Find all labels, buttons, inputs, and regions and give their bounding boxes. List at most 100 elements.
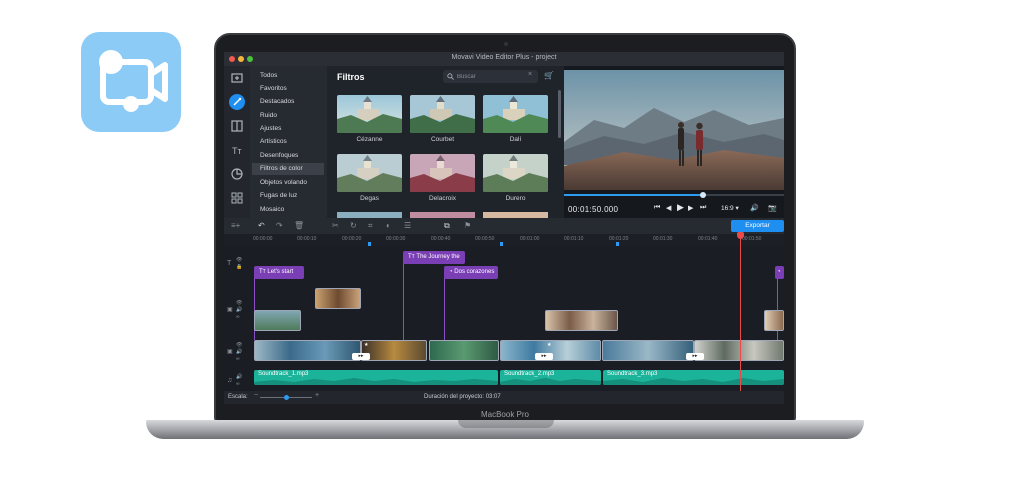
track-link-icon[interactable]: ∞: [236, 356, 240, 362]
main-video-clip[interactable]: [429, 340, 499, 361]
delete-icon[interactable]: 🗑: [294, 221, 304, 230]
add-track-icon[interactable]: ≡+: [231, 221, 240, 230]
transition-icon[interactable]: ▸▸: [535, 353, 553, 360]
title-clip-partial[interactable]: ◔: [775, 266, 784, 279]
search-input[interactable]: [457, 71, 525, 82]
transition-star-icon[interactable]: ★: [364, 342, 368, 348]
go-to-start-icon[interactable]: ⏮: [654, 204, 660, 212]
previous-frame-icon[interactable]: ◀: [666, 204, 671, 212]
properties-icon[interactable]: ☰: [404, 221, 411, 230]
preview-progress-knob[interactable]: [699, 192, 706, 198]
category-mosaico[interactable]: Mosaico: [260, 206, 284, 213]
title-clip-icon: TT: [259, 269, 266, 275]
track-lock-icon[interactable]: 🔒: [236, 264, 242, 270]
title-clip-dos-corazones[interactable]: ◔ Dos corazones: [444, 266, 498, 279]
filter-thumb-delacroix[interactable]: [410, 154, 475, 192]
transition-icon[interactable]: ▸▸: [352, 353, 370, 360]
filter-thumb-courbet[interactable]: [410, 95, 475, 133]
playhead-handle[interactable]: [737, 232, 744, 239]
audio-clip-soundtrack-2[interactable]: Soundtrack_2.mp3: [500, 370, 601, 385]
track-visibility-icon[interactable]: 👁: [236, 300, 242, 306]
overlay-clip[interactable]: [545, 310, 618, 331]
timeline-tracks: T 👁 🔒 ▣ 👁 🔊 ∞ ▣ 👁 🔊 ∞ ♫ 🔊 ∞ TT Let's sta…: [224, 246, 784, 391]
filter-categories: Todos Favoritos Destacados Ruido Ajustes…: [250, 66, 327, 218]
category-todos[interactable]: Todos: [260, 72, 277, 79]
redo-icon[interactable]: ↷: [276, 221, 283, 230]
category-objetos-volando[interactable]: Objetos volando: [260, 179, 307, 186]
import-files-icon[interactable]: [229, 70, 245, 86]
track-link-icon[interactable]: ∞: [236, 314, 240, 320]
filters-tool-icon[interactable]: [229, 94, 245, 110]
rotate-icon[interactable]: ↻: [350, 221, 357, 230]
stickers-icon[interactable]: [229, 166, 245, 182]
main-video-clip[interactable]: [254, 340, 361, 361]
timeline-playhead[interactable]: [740, 234, 741, 391]
export-button[interactable]: Exportar: [731, 220, 784, 232]
main-video-clip[interactable]: ★: [361, 340, 427, 361]
overlay-clip[interactable]: [315, 288, 361, 309]
overlay-clip[interactable]: [254, 310, 301, 331]
transition-icon[interactable]: ▸▸: [686, 353, 704, 360]
preview-progress-bar[interactable]: [564, 192, 784, 198]
titles-icon[interactable]: Tт: [229, 142, 245, 158]
transition-star-icon[interactable]: ★: [547, 342, 551, 348]
zoom-in-icon[interactable]: +: [315, 392, 319, 399]
overlay-clip[interactable]: [764, 310, 784, 331]
title-clip-lets-start[interactable]: TT Let's start: [254, 266, 304, 279]
filter-thumb-cezanne[interactable]: [337, 95, 402, 133]
crop-icon[interactable]: ⌗: [368, 221, 373, 231]
main-video-clip[interactable]: [694, 340, 784, 361]
track-mute-icon[interactable]: 🔊: [236, 307, 242, 313]
track-mute-icon[interactable]: 🔊: [236, 349, 242, 355]
title-clip-label: The Journey the: [416, 254, 460, 260]
track-mute-icon[interactable]: 🔊: [236, 374, 242, 380]
main-video-clip[interactable]: ★: [602, 340, 694, 361]
filters-title: Filtros: [337, 72, 365, 82]
track-visibility-icon[interactable]: 👁: [236, 342, 242, 348]
timeline-zoom-slider[interactable]: [260, 395, 312, 400]
zoom-slider-knob[interactable]: [283, 395, 289, 400]
track-visibility-icon[interactable]: 👁: [236, 257, 242, 263]
undo-icon[interactable]: ↶: [258, 221, 265, 230]
category-filtros-de-color[interactable]: Filtros de color: [252, 163, 324, 175]
more-tools-icon[interactable]: [229, 190, 245, 206]
track-link-icon[interactable]: ∞: [236, 381, 240, 387]
snapshot-icon[interactable]: 📷: [768, 204, 777, 212]
zoom-out-icon[interactable]: −: [254, 392, 258, 399]
filter-thumb-degas[interactable]: [337, 154, 402, 192]
next-frame-icon[interactable]: ▶: [688, 204, 693, 212]
clear-search-icon[interactable]: ×: [528, 71, 532, 78]
play-icon[interactable]: ▶: [677, 202, 684, 213]
category-fugas-de-luz[interactable]: Fugas de luz: [260, 192, 297, 199]
svg-text:Tт: Tт: [232, 146, 242, 156]
go-to-end-icon[interactable]: ⏭: [700, 204, 706, 212]
aspect-ratio-select[interactable]: 16:9 ▾: [721, 204, 739, 212]
timeline-ruler[interactable]: 00:00:00 00:00:10 00:00:20 00:00:30 00:0…: [224, 234, 784, 246]
transitions-icon[interactable]: [229, 118, 245, 134]
cart-icon[interactable]: 🛒: [544, 71, 554, 80]
filter-label-degas: Degas: [360, 195, 379, 202]
category-destacados[interactable]: Destacados: [260, 98, 294, 105]
category-favoritos[interactable]: Favoritos: [260, 85, 287, 92]
title-clip-label: Let's start: [267, 269, 294, 275]
volume-icon[interactable]: 🔊: [750, 204, 759, 212]
category-ruido[interactable]: Ruido: [260, 112, 277, 119]
overlay-icon[interactable]: ⧉: [444, 221, 450, 231]
marker-flag-icon[interactable]: ⚑: [464, 221, 471, 230]
audio-clip-soundtrack-3[interactable]: Soundtrack_3.mp3: [603, 370, 784, 385]
category-desenfoques[interactable]: Desenfoques: [260, 152, 298, 159]
scale-label: Escala:: [228, 394, 248, 400]
filter-thumb-durero[interactable]: [483, 154, 548, 192]
title-clip-the-journey[interactable]: TT The Journey the: [403, 251, 465, 264]
audio-clip-soundtrack-1[interactable]: Soundtrack_1.mp3: [254, 370, 498, 385]
video-track-icon: ▣: [227, 349, 233, 355]
search-box[interactable]: ×: [443, 70, 538, 83]
title-link-line: [444, 272, 445, 340]
cut-icon[interactable]: ✂: [332, 221, 339, 230]
title-clip-icon: TT: [408, 254, 415, 260]
filter-thumb-dali[interactable]: [483, 95, 548, 133]
color-adjust-icon[interactable]: ◐: [386, 221, 391, 230]
filters-scrollbar[interactable]: [558, 90, 561, 138]
category-ajustes[interactable]: Ajustes: [260, 125, 281, 132]
category-artisticos[interactable]: Artísticos: [260, 138, 287, 145]
